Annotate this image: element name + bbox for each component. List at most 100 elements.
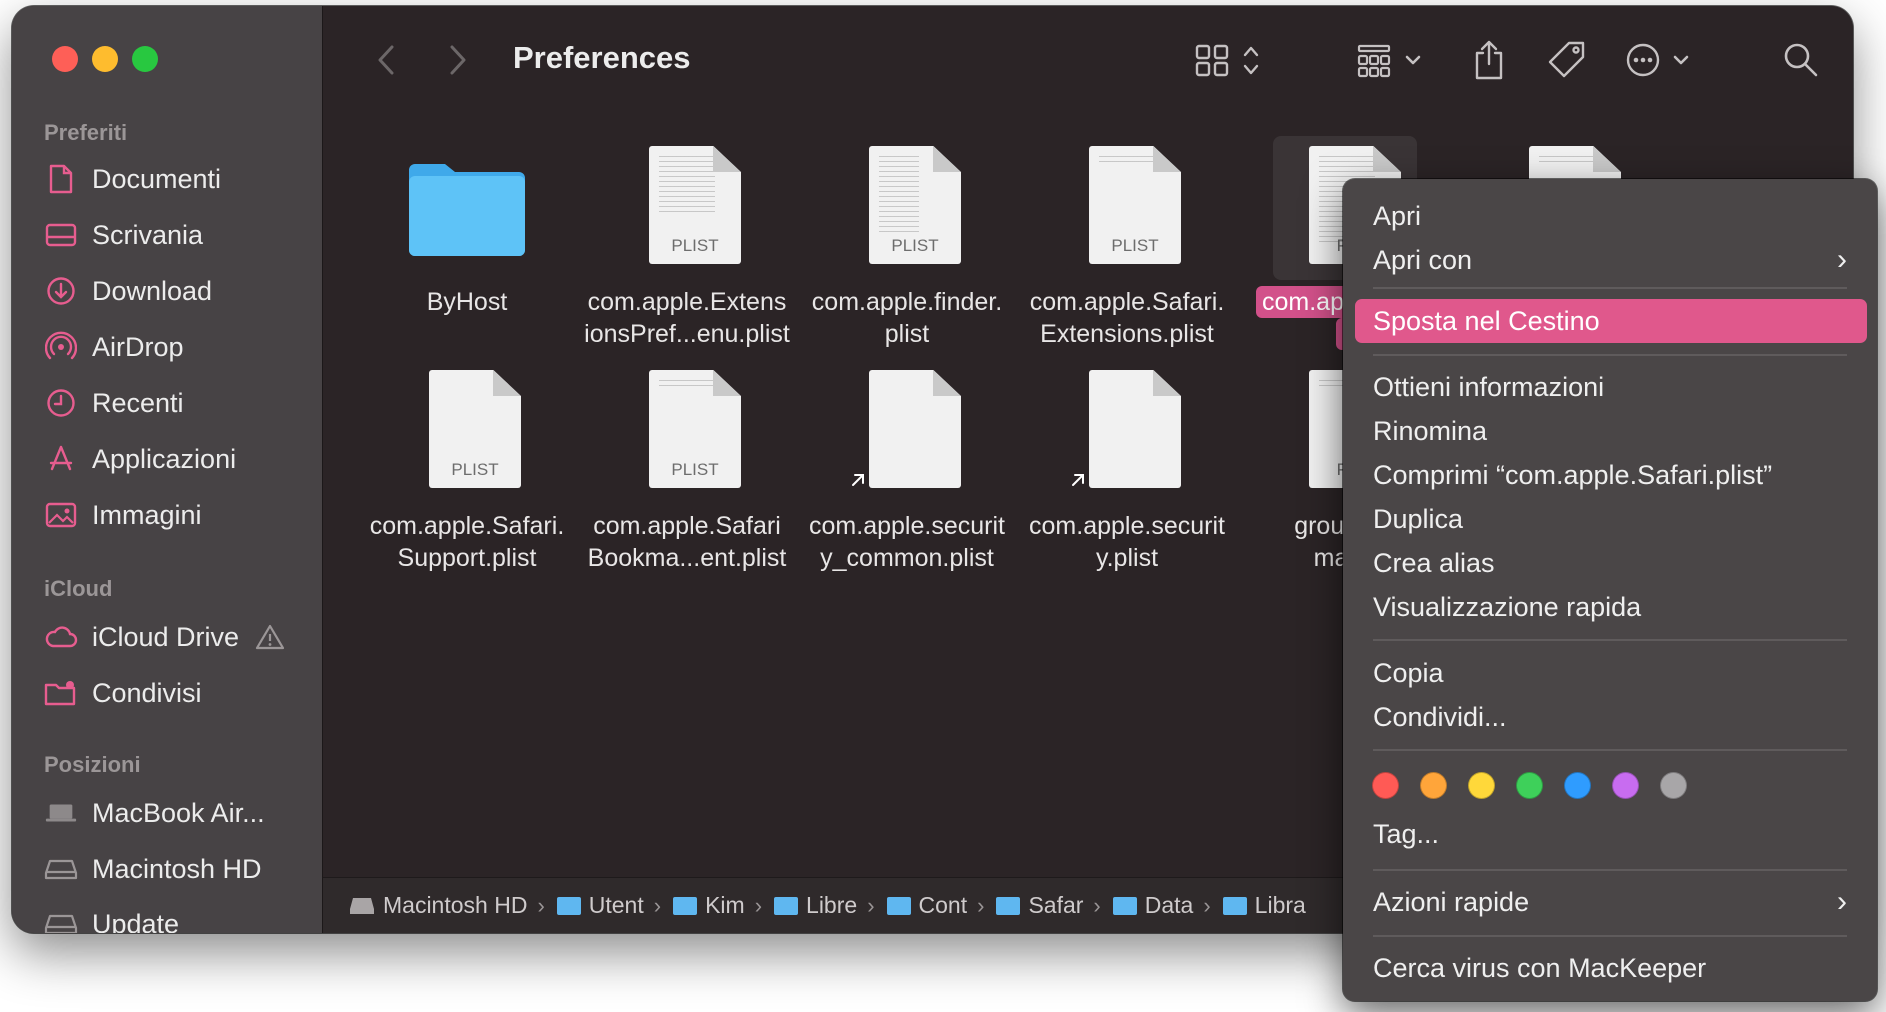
file-item[interactable]: PLIST com.apple.Safari Bookma...ent.plist: [582, 364, 792, 574]
menu-separator: [1373, 639, 1847, 641]
chevron-right-icon: ›: [867, 892, 875, 918]
sidebar-item-macintosh-hd[interactable]: Macintosh HD: [44, 849, 262, 889]
file-item[interactable]: PLIST com.apple.Extens ionsPref...enu.pli…: [582, 140, 792, 350]
path-segment[interactable]: Cont: [886, 892, 967, 919]
disk-icon: [350, 897, 374, 914]
menu-item-duplicate[interactable]: Duplica: [1373, 499, 1463, 539]
sidebar-item-macbook-air[interactable]: MacBook Air...: [44, 793, 265, 833]
sidebar-item-applications[interactable]: Applicazioni: [44, 439, 236, 479]
file-name: com.apple.Extens ionsPref...enu.plist: [584, 288, 790, 348]
group-by-button[interactable]: [1355, 40, 1431, 80]
menu-item-get-info[interactable]: Ottieni informazioni: [1373, 367, 1604, 407]
file-item[interactable]: com.apple.securit y.plist: [1022, 364, 1232, 574]
file-item[interactable]: ByHost: [362, 140, 572, 318]
tag-icon[interactable]: [1545, 38, 1589, 82]
search-icon[interactable]: [1781, 40, 1821, 80]
alias-arrow-icon: [1068, 469, 1088, 489]
path-segment[interactable]: Kim: [673, 892, 745, 919]
path-segment[interactable]: Macintosh HD: [349, 892, 527, 919]
tag-color-dot[interactable]: [1420, 772, 1447, 799]
file-item[interactable]: PLIST com.apple.Safari. Extensions.plist: [1022, 140, 1232, 350]
menu-separator: [1373, 287, 1847, 289]
forward-button[interactable]: [441, 42, 475, 78]
alias-arrow-icon: [848, 469, 868, 489]
sidebar-item-label: AirDrop: [92, 331, 184, 362]
tag-color-dot[interactable]: [1660, 772, 1687, 799]
sidebar-item-pictures[interactable]: Immagini: [44, 495, 202, 535]
disk-icon: [44, 907, 78, 933]
sidebar-item-update[interactable]: Update: [44, 904, 179, 933]
sidebar-item-label: Documenti: [92, 163, 222, 194]
shared-folder-icon: [44, 676, 78, 710]
plist-file-icon: PLIST: [627, 140, 747, 268]
alias-file-icon: [847, 364, 967, 492]
chevron-right-icon: ›: [1093, 892, 1101, 918]
menu-item-make-alias[interactable]: Crea alias: [1373, 543, 1495, 583]
path-segment[interactable]: Utent: [556, 892, 644, 919]
menu-item-compress[interactable]: Comprimi “com.apple.Safari.plist”: [1373, 455, 1772, 495]
desktop-icon: [44, 218, 78, 252]
sidebar-heading-locations: Posizioni: [44, 752, 141, 777]
file-name: com.apple.Safari. Support.plist: [369, 512, 565, 572]
file-name: ByHost: [426, 288, 508, 316]
tag-color-dot[interactable]: [1564, 772, 1591, 799]
sidebar-item-label: Recenti: [92, 387, 184, 418]
menu-item-open-with[interactable]: Apri con ›: [1373, 240, 1847, 280]
file-name: com.apple.Safari Bookma...ent.plist: [587, 512, 787, 572]
zoom-window-button[interactable]: [132, 46, 158, 72]
more-actions-button[interactable]: [1623, 40, 1699, 80]
file-name: com.apple.securit y_common.plist: [809, 512, 1005, 572]
sidebar-item-label: Scrivania: [92, 219, 204, 250]
folder-icon: [673, 896, 698, 915]
download-icon: [44, 274, 78, 308]
file-item[interactable]: com.apple.securit y_common.plist: [802, 364, 1012, 574]
file-item[interactable]: PLIST com.apple.Safari. Support.plist: [362, 364, 572, 574]
sidebar-item-desktop[interactable]: Scrivania: [44, 215, 203, 255]
menu-item-tags[interactable]: Tag...: [1373, 814, 1439, 854]
close-window-button[interactable]: [52, 46, 78, 72]
window-title: Preferences: [513, 40, 691, 75]
chevron-right-icon: ›: [1837, 243, 1847, 276]
tag-color-dot[interactable]: [1612, 772, 1639, 799]
menu-item-share[interactable]: Condividi...: [1373, 697, 1507, 737]
folder-icon: [774, 896, 799, 915]
sidebar-item-downloads[interactable]: Download: [44, 271, 212, 311]
chevron-right-icon: ›: [537, 892, 545, 918]
chevron-right-icon: ›: [754, 892, 763, 918]
sidebar-heading-icloud: iCloud: [44, 576, 113, 601]
disk-icon: [44, 852, 78, 886]
plist-file-icon: PLIST: [847, 140, 967, 268]
laptop-icon: [44, 796, 78, 830]
menu-item-rename[interactable]: Rinomina: [1373, 411, 1487, 451]
folder-icon: [886, 896, 911, 915]
path-segment[interactable]: Libra: [1222, 892, 1306, 919]
sidebar-item-documents[interactable]: Documenti: [44, 159, 221, 199]
tag-color-dot[interactable]: [1468, 772, 1495, 799]
tag-color-dot[interactable]: [1516, 772, 1543, 799]
menu-item-move-to-trash[interactable]: Sposta nel Cestino: [1355, 299, 1867, 343]
chevron-right-icon: ›: [653, 892, 662, 918]
alias-file-icon: [1067, 364, 1187, 492]
sidebar-item-airdrop[interactable]: AirDrop: [44, 327, 184, 367]
sidebar-item-recents[interactable]: Recenti: [44, 383, 184, 423]
path-segment[interactable]: Data: [1112, 892, 1193, 919]
menu-item-quick-actions[interactable]: Azioni rapide ›: [1373, 882, 1847, 922]
sidebar-item-label: Applicazioni: [92, 443, 237, 474]
file-item[interactable]: PLIST com.apple.finder. plist: [802, 140, 1012, 350]
menu-item-open[interactable]: Apri: [1373, 196, 1421, 236]
sidebar: Preferiti Documenti Scrivania Download A…: [12, 6, 323, 933]
folder-icon: [1112, 896, 1137, 915]
menu-item-copy[interactable]: Copia: [1373, 653, 1444, 693]
back-button[interactable]: [369, 42, 403, 78]
path-segment[interactable]: Safar: [996, 892, 1083, 919]
minimize-window-button[interactable]: [92, 46, 118, 72]
sidebar-item-shared[interactable]: Condivisi: [44, 673, 202, 713]
share-icon[interactable]: [1469, 38, 1509, 82]
tag-color-dot[interactable]: [1372, 772, 1399, 799]
sidebar-item-icloud-drive[interactable]: iCloud Drive: [44, 617, 301, 657]
menu-item-quick-look[interactable]: Visualizzazione rapida: [1373, 587, 1641, 627]
view-mode-button[interactable]: [1193, 40, 1269, 80]
sidebar-item-label: Download: [92, 275, 213, 306]
path-segment[interactable]: Libre: [774, 892, 857, 919]
menu-item-virus-scan[interactable]: Cerca virus con MacKeeper: [1373, 948, 1706, 988]
